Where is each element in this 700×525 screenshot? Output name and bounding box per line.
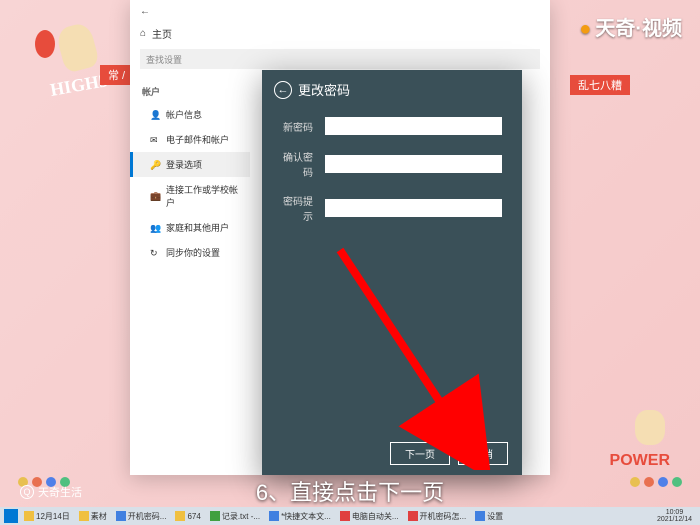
taskbar[interactable]: 12月14日 素材 开机密码... 674 记录.txt -... *快捷文本文… [0,507,700,525]
taskbar-item[interactable]: 记录.txt -... [207,509,263,523]
person-icon: 👤 [150,110,160,120]
taskbar-item[interactable]: 素材 [76,509,110,523]
sidebar-item-work-school[interactable]: 💼连接工作或学校帐户 [130,177,250,215]
dialog-header: ← 更改密码 [262,70,522,109]
sidebar-item-family[interactable]: 👥家庭和其他用户 [130,215,250,240]
taskbar-item[interactable]: 开机密码... [113,509,170,523]
video-caption: 6、直接点击下一页 [0,475,700,507]
back-icon[interactable]: ← [140,6,150,17]
window-titlebar[interactable]: ← [130,0,550,22]
password-hint-input[interactable] [325,199,502,217]
taskbar-item[interactable]: *快捷文本文... [266,509,334,523]
taskbar-item[interactable]: 12月14日 [21,509,73,523]
settings-search[interactable]: 查找设置 [140,49,540,69]
confirm-password-input[interactable] [325,155,502,173]
home-icon: ⌂ [140,28,146,39]
taskbar-item[interactable]: 开机密码怎... [405,509,470,523]
taskbar-item[interactable]: 674 [172,509,203,523]
sticker-left: 常 / [100,65,133,85]
sync-icon: ↻ [150,248,160,258]
search-placeholder: 查找设置 [146,53,182,66]
new-password-input[interactable] [325,117,502,135]
sidebar-item-signin-options[interactable]: 🔑登录选项 [130,152,250,177]
cancel-button[interactable]: 取消 [458,442,508,465]
start-button[interactable] [4,509,18,523]
sidebar-item-account-info[interactable]: 👤帐户信息 [130,102,250,127]
sidebar-item-sync[interactable]: ↻同步你的设置 [130,240,250,265]
taskbar-item[interactable]: 设置 [472,509,506,523]
sidebar-category: 帐户 [130,81,250,102]
watermark-top-right: ●天奇·视频 [579,12,682,41]
change-password-dialog: ← 更改密码 新密码 确认密码 密码提示 下一页 取消 [262,70,522,475]
hand-decoration [55,21,100,74]
confirm-password-label: 确认密码 [282,149,313,179]
sticker-right: 乱七八糟 [570,75,630,95]
key-icon: 🔑 [150,160,160,170]
taskbar-item[interactable]: 电脑自动关... [337,509,402,523]
fist-decoration [635,410,665,445]
balloon-decoration [35,30,55,58]
settings-sidebar: 帐户 👤帐户信息 ✉电子邮件和帐户 🔑登录选项 💼连接工作或学校帐户 👥家庭和其… [130,73,250,478]
briefcase-icon: 💼 [150,191,160,201]
people-icon: 👥 [150,223,160,233]
password-hint-label: 密码提示 [282,193,313,223]
home-nav[interactable]: ⌂ 主页 [130,22,550,45]
new-password-label: 新密码 [282,119,313,134]
taskbar-clock[interactable]: 10:092021/12/14 [653,509,696,523]
next-button[interactable]: 下一页 [390,442,450,465]
back-button[interactable]: ← [274,81,292,99]
mail-icon: ✉ [150,135,160,145]
dialog-title: 更改密码 [298,80,350,99]
power-text: POWER [610,452,670,470]
sidebar-item-email[interactable]: ✉电子邮件和帐户 [130,127,250,152]
home-label: 主页 [152,26,172,41]
